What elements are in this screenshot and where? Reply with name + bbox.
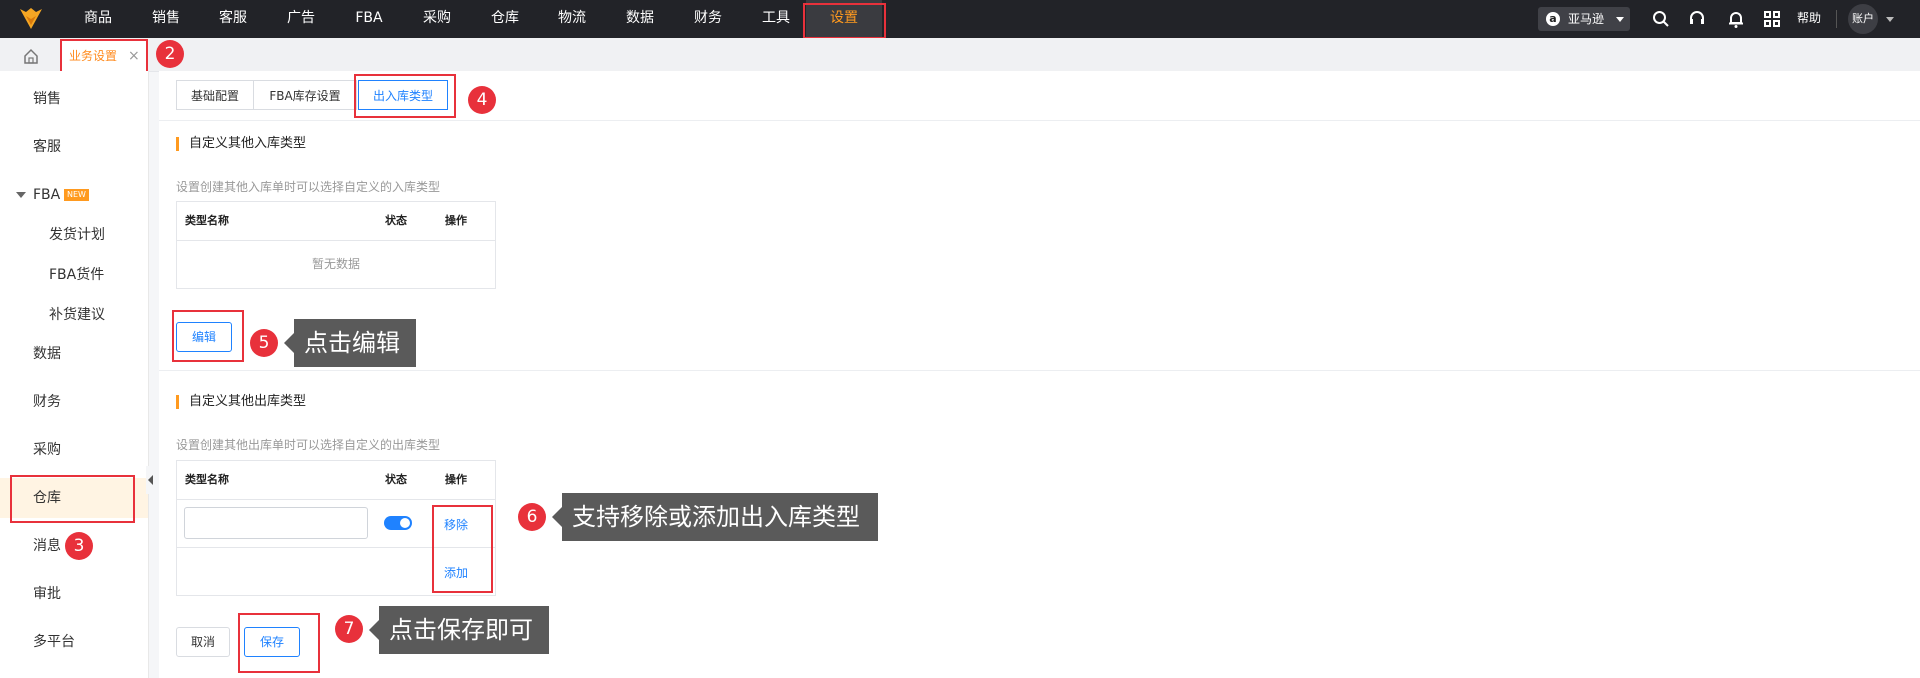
- tab-basic-config[interactable]: 基础配置: [176, 80, 254, 110]
- nav-item-customer-service[interactable]: 客服: [213, 0, 253, 38]
- column-header-status: 状态: [385, 473, 407, 486]
- nav-item-sales[interactable]: 销售: [146, 0, 186, 38]
- divider: [159, 370, 1920, 371]
- headset-icon[interactable]: [1687, 9, 1707, 29]
- highlight-box-business-tab: [60, 39, 148, 75]
- status-toggle[interactable]: [384, 516, 412, 530]
- search-icon[interactable]: [1651, 9, 1671, 29]
- sidebar-item-data[interactable]: 数据: [0, 334, 148, 374]
- sidebar-item-label: 采购: [33, 442, 61, 458]
- amazon-icon: a: [1546, 12, 1560, 26]
- inbound-type-table: 类型名称 状态 操作 暂无数据: [176, 201, 496, 289]
- new-badge: NEW: [64, 189, 89, 201]
- inbound-hint: 设置创建其他入库单时可以选择自定义的入库类型: [176, 180, 441, 194]
- marketplace-select-label: 亚马逊: [1568, 12, 1605, 26]
- sidebar-item-label: 消息: [33, 538, 61, 554]
- chevron-down-icon[interactable]: [1886, 17, 1894, 22]
- table-header: 类型名称 状态 操作: [177, 202, 495, 241]
- step-badge-3: 3: [65, 532, 93, 560]
- table-header: 类型名称 状态 操作: [177, 461, 495, 500]
- nav-item-finance[interactable]: 财务: [688, 0, 728, 38]
- nav-item-logistics[interactable]: 物流: [552, 0, 592, 38]
- step-badge-6: 6: [518, 503, 546, 531]
- avatar[interactable]: 账户: [1848, 4, 1878, 34]
- highlight-box-settings: [803, 3, 886, 39]
- sidebar-collapse-toggle[interactable]: [146, 466, 156, 494]
- empty-state-text: 暂无数据: [311, 257, 360, 271]
- sidebar-item-sales[interactable]: 销售: [0, 79, 148, 119]
- section-title-inbound: 自定义其他入库类型: [176, 137, 306, 151]
- sidebar-item-label: FBA货件: [49, 267, 105, 283]
- sidebar-item-label: 客服: [33, 139, 61, 155]
- highlight-box-actions: [432, 505, 493, 593]
- divider: [1836, 10, 1837, 28]
- step-badge-7: 7: [335, 615, 363, 643]
- sidebar-item-replenishment[interactable]: 补货建议: [0, 295, 148, 335]
- section-title-outbound: 自定义其他出库类型: [176, 395, 306, 409]
- highlight-box-save: [238, 613, 320, 673]
- sidebar-item-finance[interactable]: 财务: [0, 382, 148, 422]
- sidebar-item-label: 数据: [33, 346, 61, 362]
- help-link[interactable]: 帮助: [1797, 0, 1821, 36]
- caret-left-icon: [148, 475, 153, 485]
- nav-item-fba[interactable]: FBA: [349, 0, 389, 38]
- column-header-type-name: 类型名称: [185, 214, 229, 227]
- bell-icon[interactable]: [1726, 9, 1746, 29]
- home-icon[interactable]: [14, 43, 48, 69]
- outbound-hint: 设置创建其他出库单时可以选择自定义的出库类型: [176, 438, 441, 452]
- caret-down-icon: [16, 192, 26, 198]
- cancel-button[interactable]: 取消: [176, 627, 230, 657]
- highlight-box-warehouse: [10, 475, 135, 523]
- logo-icon[interactable]: [18, 6, 44, 32]
- tab-fba-inventory-settings[interactable]: FBA库存设置: [253, 80, 357, 110]
- sidebar-item-fba[interactable]: FBA NEW: [0, 175, 148, 215]
- nav-item-warehouse[interactable]: 仓库: [485, 0, 525, 38]
- sidebar-item-shipping-plan[interactable]: 发货计划: [0, 215, 148, 255]
- callout-click-save: 点击保存即可: [369, 606, 549, 654]
- sidebar-item-label: FBA: [33, 187, 61, 203]
- sidebar-item-label: 发货计划: [49, 227, 105, 243]
- nav-item-tools[interactable]: 工具: [756, 0, 796, 38]
- callout-remove-or-add: 支持移除或添加出入库类型: [552, 493, 878, 541]
- highlight-box-inout-tab: [354, 74, 456, 118]
- column-header-actions: 操作: [445, 214, 467, 227]
- sidebar-item-fba-shipment[interactable]: FBA货件: [0, 255, 148, 295]
- chevron-down-icon: [1616, 17, 1624, 22]
- divider: [159, 120, 1920, 121]
- step-badge-2: 2: [156, 40, 184, 68]
- apps-grid-icon[interactable]: [1762, 9, 1782, 29]
- marketplace-select[interactable]: a 亚马逊: [1538, 7, 1630, 31]
- sidebar-item-label: 销售: [33, 91, 61, 107]
- nav-item-purchase[interactable]: 采购: [417, 0, 457, 38]
- account-label: 账户: [1852, 12, 1874, 25]
- nav-item-products[interactable]: 商品: [78, 0, 118, 38]
- column-header-type-name: 类型名称: [185, 473, 229, 486]
- step-badge-4: 4: [468, 86, 496, 114]
- sidebar-item-purchase[interactable]: 采购: [0, 430, 148, 470]
- sidebar-item-approval[interactable]: 审批: [0, 574, 148, 614]
- sidebar-item-label: 财务: [33, 394, 61, 410]
- sidebar-item-multi-platform[interactable]: 多平台: [0, 622, 148, 662]
- callout-click-edit: 点击编辑: [284, 319, 416, 367]
- column-header-actions: 操作: [445, 473, 467, 486]
- page-tab-bar: [0, 38, 1920, 72]
- sidebar-item-label: 多平台: [33, 634, 75, 650]
- type-name-input[interactable]: [184, 507, 368, 539]
- sidebar-item-label: 补货建议: [49, 307, 105, 323]
- column-header-status: 状态: [385, 214, 407, 227]
- sidebar-item-label: 审批: [33, 586, 61, 602]
- nav-item-data[interactable]: 数据: [620, 0, 660, 38]
- nav-item-ads[interactable]: 广告: [281, 0, 321, 38]
- highlight-box-edit: [172, 310, 244, 362]
- step-badge-5: 5: [250, 329, 278, 357]
- sidebar-item-customer-service[interactable]: 客服: [0, 127, 148, 167]
